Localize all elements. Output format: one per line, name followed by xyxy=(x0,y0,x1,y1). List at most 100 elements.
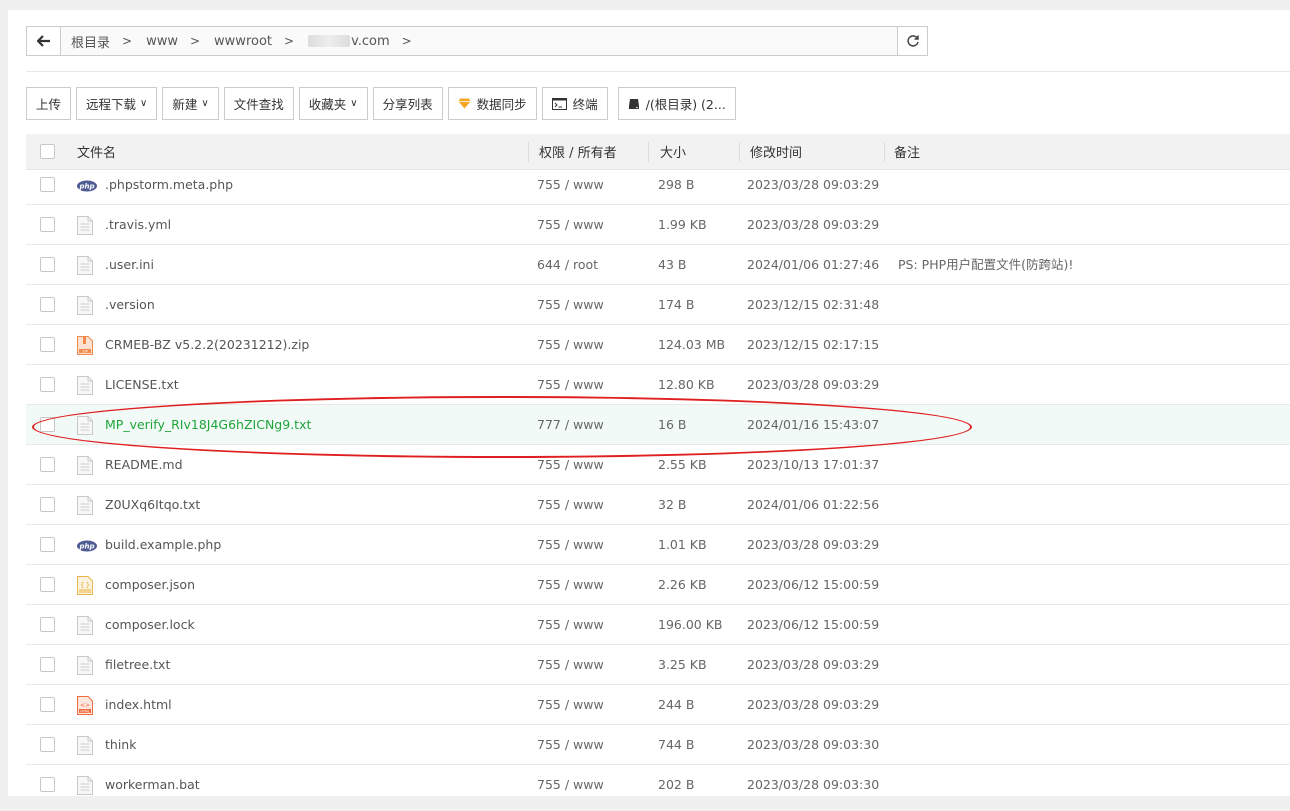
table-row[interactable]: filetree.txt 755 / www 3.25 KB 2023/03/28 0… xyxy=(26,645,1290,685)
file-icon xyxy=(77,616,93,635)
upload-button[interactable]: 上传 xyxy=(26,87,72,120)
row-checkbox[interactable] xyxy=(40,177,55,192)
row-checkbox[interactable] xyxy=(40,657,55,672)
file-name[interactable]: .version xyxy=(105,285,155,325)
file-name[interactable]: Z0UXq6Itqo.txt xyxy=(105,485,200,525)
row-checkbox[interactable] xyxy=(40,217,55,232)
row-checkbox[interactable] xyxy=(40,337,55,352)
file-permission[interactable]: 755 / www xyxy=(537,725,604,765)
file-permission[interactable]: 755 / www xyxy=(537,605,604,645)
row-checkbox[interactable] xyxy=(40,777,55,792)
crumb-wwwroot[interactable]: wwwroot xyxy=(214,34,272,49)
file-permission[interactable]: 755 / www xyxy=(537,485,604,525)
file-name[interactable]: index.html xyxy=(105,685,172,725)
favorites-button[interactable]: 收藏夹 ∨ xyxy=(298,87,368,120)
row-checkbox[interactable] xyxy=(40,617,55,632)
header-filename[interactable]: 文件名 xyxy=(77,142,116,161)
file-permission[interactable]: 755 / www xyxy=(537,685,604,725)
row-checkbox[interactable] xyxy=(40,537,55,552)
file-permission[interactable]: 755 / www xyxy=(537,765,604,796)
file-permission[interactable]: 755 / www xyxy=(537,645,604,685)
header-permission[interactable]: 权限 / 所有者 xyxy=(539,142,617,161)
file-search-button[interactable]: 文件查找 xyxy=(223,87,294,120)
table-row[interactable]: .travis.yml 755 / www 1.99 KB 2023/03/28 09… xyxy=(26,205,1290,245)
crumb-root[interactable]: 根目录 xyxy=(71,32,110,51)
file-permission[interactable]: 777 / www xyxy=(537,405,604,445)
table-row[interactable]: README.md 755 / www 2.55 KB 2023/10/13 17:0… xyxy=(26,445,1290,485)
column-divider xyxy=(739,142,740,162)
table-row[interactable]: php .phpstorm.meta.php 755 / www 298 B 2023/… xyxy=(26,170,1290,205)
row-checkbox[interactable] xyxy=(40,417,55,432)
file-name[interactable]: workerman.bat xyxy=(105,765,200,796)
file-permission[interactable]: 755 / www xyxy=(537,365,604,405)
file-icon xyxy=(77,496,93,515)
file-permission[interactable]: 755 / www xyxy=(537,325,604,365)
header-mtime[interactable]: 修改时间 xyxy=(750,142,802,161)
file-mtime: 2023/03/28 09:03:30 xyxy=(747,777,880,792)
sync-button[interactable]: 数据同步 xyxy=(447,87,537,120)
share-list-button[interactable]: 分享列表 xyxy=(372,87,443,120)
file-name[interactable]: README.md xyxy=(105,445,183,485)
table-row[interactable]: Z0UXq6Itqo.txt 755 / www 32 B 2024/01/06 01… xyxy=(26,485,1290,525)
upload-label: 上传 xyxy=(36,97,62,112)
file-name[interactable]: CRMEB-BZ v5.2.2(20231212).zip xyxy=(105,325,309,365)
svg-text:{ }: { } xyxy=(80,582,90,589)
row-checkbox[interactable] xyxy=(40,257,55,272)
file-name[interactable]: MP_verify_RIv18J4G6hZICNg9.txt xyxy=(105,405,311,445)
table-row[interactable]: ZIP CRMEB-BZ v5.2.2(20231212).zip 755 / ww… xyxy=(26,325,1290,365)
header-size[interactable]: 大小 xyxy=(660,142,686,161)
file-mtime: 2023/06/12 15:00:59 xyxy=(747,577,880,592)
table-row[interactable]: LICENSE.txt 755 / www 12.80 KB 2023/03/28 0… xyxy=(26,365,1290,405)
file-name[interactable]: build.example.php xyxy=(105,525,221,565)
remote-download-button[interactable]: 远程下载 ∨ xyxy=(76,87,158,120)
file-name[interactable]: .travis.yml xyxy=(105,205,171,245)
terminal-button[interactable]: 终端 xyxy=(541,87,608,120)
file-permission[interactable]: 755 / www xyxy=(537,565,604,605)
table-row[interactable]: php build.example.php 755 / www 1.01 KB 2023… xyxy=(26,525,1290,565)
file-search-label: 文件查找 xyxy=(233,97,284,112)
new-button[interactable]: 新建 ∨ xyxy=(162,87,219,120)
file-name[interactable]: .phpstorm.meta.php xyxy=(105,170,233,205)
row-checkbox[interactable] xyxy=(40,377,55,392)
table-row[interactable]: MP_verify_RIv18J4G6hZICNg9.txt 777 / www 1… xyxy=(26,405,1290,445)
file-name[interactable]: LICENSE.txt xyxy=(105,365,179,405)
select-all-checkbox[interactable] xyxy=(40,144,55,159)
row-checkbox[interactable] xyxy=(40,737,55,752)
file-name[interactable]: .user.ini xyxy=(105,245,154,285)
chevron-down-icon: ∨ xyxy=(350,98,358,109)
table-row[interactable]: composer.lock 755 / www 196.00 KB 2023/06/1… xyxy=(26,605,1290,645)
disk-button[interactable]: /(根目录) (2... xyxy=(617,87,736,120)
file-name[interactable]: composer.lock xyxy=(105,605,195,645)
table-row[interactable]: .user.ini 644 / root 43 B 2024/01/06 01:27:… xyxy=(26,245,1290,285)
file-size: 2.55 KB xyxy=(658,457,707,472)
row-checkbox[interactable] xyxy=(40,697,55,712)
table-row[interactable]: think 755 / www 744 B 2023/03/28 09:03:30 xyxy=(26,725,1290,765)
file-permission[interactable]: 755 / www xyxy=(537,525,604,565)
file-permission[interactable]: 755 / www xyxy=(537,205,604,245)
file-name[interactable]: composer.json xyxy=(105,565,195,605)
file-name[interactable]: filetree.txt xyxy=(105,645,170,685)
zip-icon: ZIP xyxy=(77,336,93,355)
crumb-www[interactable]: www xyxy=(146,34,178,49)
crumb-domain[interactable]: v.com xyxy=(308,34,390,49)
file-permission[interactable]: 755 / www xyxy=(537,445,604,485)
row-checkbox[interactable] xyxy=(40,457,55,472)
chevron-right-icon: > xyxy=(284,34,295,48)
table-row[interactable]: .version 755 / www 174 B 2023/12/15 02:31:4… xyxy=(26,285,1290,325)
file-icon xyxy=(77,416,93,435)
row-checkbox[interactable] xyxy=(40,497,55,512)
file-icon xyxy=(77,296,93,315)
file-size: 124.03 MB xyxy=(658,337,726,352)
refresh-button[interactable] xyxy=(897,27,927,55)
file-permission[interactable]: 644 / root xyxy=(537,245,598,285)
back-button[interactable] xyxy=(27,27,61,55)
row-checkbox[interactable] xyxy=(40,577,55,592)
file-name[interactable]: think xyxy=(105,725,136,765)
table-row[interactable]: <> HTML index.html 755 / www 244 B 2023/03/28… xyxy=(26,685,1290,725)
file-permission[interactable]: 755 / www xyxy=(537,170,604,205)
file-permission[interactable]: 755 / www xyxy=(537,285,604,325)
row-checkbox[interactable] xyxy=(40,297,55,312)
file-icon xyxy=(77,656,93,675)
table-row[interactable]: workerman.bat 755 / www 202 B 2023/03/28 09… xyxy=(26,765,1290,796)
table-row[interactable]: { } composer.json 755 / www 2.26 KB 2023/06/… xyxy=(26,565,1290,605)
